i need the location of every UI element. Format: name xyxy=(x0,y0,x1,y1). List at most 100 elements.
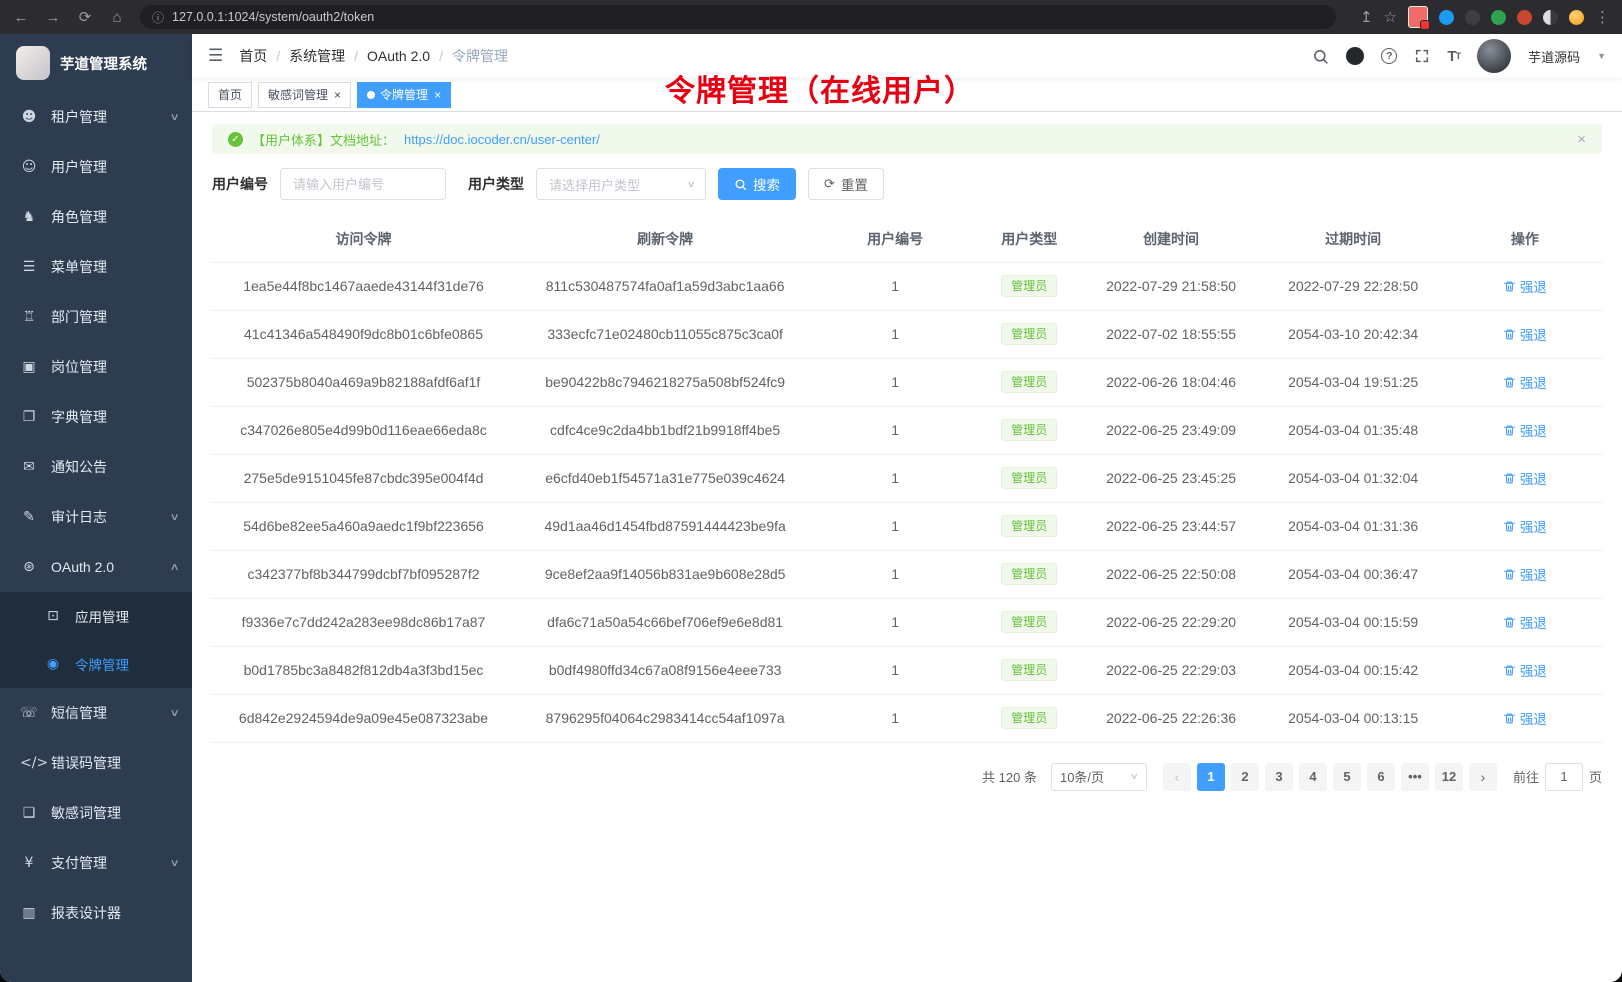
extension-icon[interactable] xyxy=(1465,10,1480,25)
username[interactable]: 芋道源码 xyxy=(1528,47,1580,66)
sidebar-item-dept[interactable]: ♖部门管理 xyxy=(0,292,192,342)
force-logout-button[interactable]: 强退 xyxy=(1503,468,1547,488)
force-logout-button[interactable]: 强退 xyxy=(1503,372,1547,392)
sidebar-item-label: OAuth 2.0 xyxy=(51,559,114,575)
page-button[interactable]: 3 xyxy=(1265,763,1293,791)
user-menu-caret-icon[interactable]: ▼ xyxy=(1597,51,1606,61)
sidebar-item-audit[interactable]: ✎审计日志∨ xyxy=(0,492,192,542)
sidebar-item-dict[interactable]: ❐字典管理 xyxy=(0,392,192,442)
user-type-cell: 管理员 xyxy=(975,502,1083,550)
page-size-select[interactable]: 10条/页 ∨ xyxy=(1051,763,1147,791)
prev-page-button[interactable]: ‹ xyxy=(1163,763,1191,791)
force-logout-button[interactable]: 强退 xyxy=(1503,516,1547,536)
sidebar-item-sensitive[interactable]: ❏敏感词管理 xyxy=(0,788,192,838)
force-logout-label: 强退 xyxy=(1520,276,1547,296)
token-icon: ◉ xyxy=(44,656,62,672)
browser-menu-icon[interactable]: ⋮ xyxy=(1595,8,1610,26)
close-icon[interactable]: × xyxy=(333,89,341,101)
sidebar-item-report[interactable]: ▥报表设计器 xyxy=(0,888,192,938)
breadcrumb-separator: / xyxy=(276,48,280,64)
url-bar[interactable]: ⓘ 127.0.0.1:1024/system/oauth2/token xyxy=(140,5,1336,29)
bookmark-star-icon[interactable]: ☆ xyxy=(1384,8,1397,26)
reset-button[interactable]: ⟳ 重置 xyxy=(808,168,884,200)
breadcrumb-item[interactable]: 系统管理 xyxy=(289,46,345,66)
hamburger-icon[interactable]: ☰ xyxy=(208,46,223,66)
user-type-select[interactable]: 请选择用户类型 ∨ xyxy=(536,168,706,200)
logo[interactable]: 芋道管理系统 xyxy=(0,34,192,92)
app-icon: ⊡ xyxy=(44,608,62,624)
page-button[interactable]: 4 xyxy=(1299,763,1327,791)
close-icon[interactable]: × xyxy=(433,89,441,101)
back-icon[interactable]: ← xyxy=(12,9,30,26)
alert-doc-link[interactable]: https://doc.iocoder.cn/user-center/ xyxy=(404,132,600,147)
github-icon[interactable] xyxy=(1346,47,1364,65)
breadcrumb-item[interactable]: 首页 xyxy=(239,46,267,66)
dept-icon: ♖ xyxy=(20,309,38,325)
fullscreen-icon[interactable] xyxy=(1414,48,1430,64)
sidebar-item-tenant[interactable]: ☻租户管理∨ xyxy=(0,92,192,142)
tab[interactable]: 敏感词管理× xyxy=(258,82,351,108)
search-button[interactable]: 搜索 xyxy=(718,168,796,200)
breadcrumb-item[interactable]: OAuth 2.0 xyxy=(367,48,430,64)
help-icon[interactable]: ? xyxy=(1381,48,1397,64)
user-avatar[interactable] xyxy=(1477,39,1511,73)
force-logout-button[interactable]: 强退 xyxy=(1503,276,1547,296)
table-row: 6d842e2924594de9a09e45e087323abe8796295f… xyxy=(212,694,1602,742)
extension-icon[interactable] xyxy=(1517,10,1532,25)
forward-icon[interactable]: → xyxy=(44,9,62,26)
sidebar-item-notice[interactable]: ✉通知公告 xyxy=(0,442,192,492)
sidebar-item-user[interactable]: ☺用户管理 xyxy=(0,142,192,192)
home-icon[interactable]: ⌂ xyxy=(108,9,126,26)
profile-avatar-icon[interactable] xyxy=(1569,10,1584,25)
force-logout-button[interactable]: 强退 xyxy=(1503,564,1547,584)
next-page-button[interactable]: › xyxy=(1469,763,1497,791)
sidebar-item-pay[interactable]: ¥支付管理∨ xyxy=(0,838,192,888)
site-info-icon[interactable]: ⓘ xyxy=(152,9,164,26)
darkmode-extension-icon[interactable] xyxy=(1543,10,1558,25)
force-logout-button[interactable]: 强退 xyxy=(1503,612,1547,632)
sidebar-item-label: 岗位管理 xyxy=(51,357,107,377)
created-time-cell: 2022-06-26 18:04:46 xyxy=(1084,358,1259,406)
extension-icon[interactable] xyxy=(1491,10,1506,25)
logo-image xyxy=(16,46,50,80)
force-logout-button[interactable]: 强退 xyxy=(1503,324,1547,344)
sidebar-item-role[interactable]: ♞角色管理 xyxy=(0,192,192,242)
share-icon[interactable]: ↥ xyxy=(1360,8,1373,26)
reload-icon[interactable]: ⟳ xyxy=(76,8,94,26)
sidebar-item-sms[interactable]: ☏短信管理∨ xyxy=(0,688,192,738)
force-logout-button[interactable]: 强退 xyxy=(1503,660,1547,680)
font-size-icon[interactable]: TT xyxy=(1447,48,1460,65)
user-type-badge: 管理员 xyxy=(1001,611,1057,633)
breadcrumb-item[interactable]: 令牌管理 xyxy=(452,46,508,66)
total-count: 共 120 条 xyxy=(982,767,1037,786)
sidebar-item-post[interactable]: ▣岗位管理 xyxy=(0,342,192,392)
tab-label: 令牌管理 xyxy=(380,86,428,103)
force-logout-label: 强退 xyxy=(1520,708,1547,728)
tab[interactable]: 令牌管理 × xyxy=(357,82,451,108)
page-button[interactable]: 1 xyxy=(1197,763,1225,791)
sidebar-item-menu[interactable]: ☰菜单管理 xyxy=(0,242,192,292)
sidebar-item-token[interactable]: ◉令牌管理 xyxy=(0,640,192,688)
extension-icon[interactable] xyxy=(1408,6,1428,28)
pager-ellipsis[interactable]: ••• xyxy=(1401,763,1429,791)
access-token-cell: 6d842e2924594de9a09e45e087323abe xyxy=(212,694,515,742)
created-time-cell: 2022-06-25 22:50:08 xyxy=(1084,550,1259,598)
goto-suffix: 页 xyxy=(1589,767,1602,786)
search-icon[interactable] xyxy=(1312,48,1329,65)
extension-icon[interactable] xyxy=(1439,10,1454,25)
alert-close-icon[interactable]: × xyxy=(1577,131,1586,148)
force-logout-button[interactable]: 强退 xyxy=(1503,708,1547,728)
page-button[interactable]: 5 xyxy=(1333,763,1361,791)
sidebar-item-errcode[interactable]: </>错误码管理 xyxy=(0,738,192,788)
page-button[interactable]: 6 xyxy=(1367,763,1395,791)
sidebar-item-app[interactable]: ⊡应用管理 xyxy=(0,592,192,640)
page-button[interactable]: 2 xyxy=(1231,763,1259,791)
sidebar-item-oauth[interactable]: ⊛OAuth 2.0∧ xyxy=(0,542,192,592)
table-row: c347026e805e4d99b0d116eae66eda8ccdfc4ce9… xyxy=(212,406,1602,454)
force-logout-button[interactable]: 强退 xyxy=(1503,420,1547,440)
tab[interactable]: 首页 xyxy=(208,82,252,108)
refresh-token-cell: 811c530487574fa0af1a59d3abc1aa66 xyxy=(515,262,815,310)
user-id-input[interactable] xyxy=(280,168,446,200)
goto-page-input[interactable] xyxy=(1545,763,1583,791)
page-button[interactable]: 12 xyxy=(1435,763,1463,791)
